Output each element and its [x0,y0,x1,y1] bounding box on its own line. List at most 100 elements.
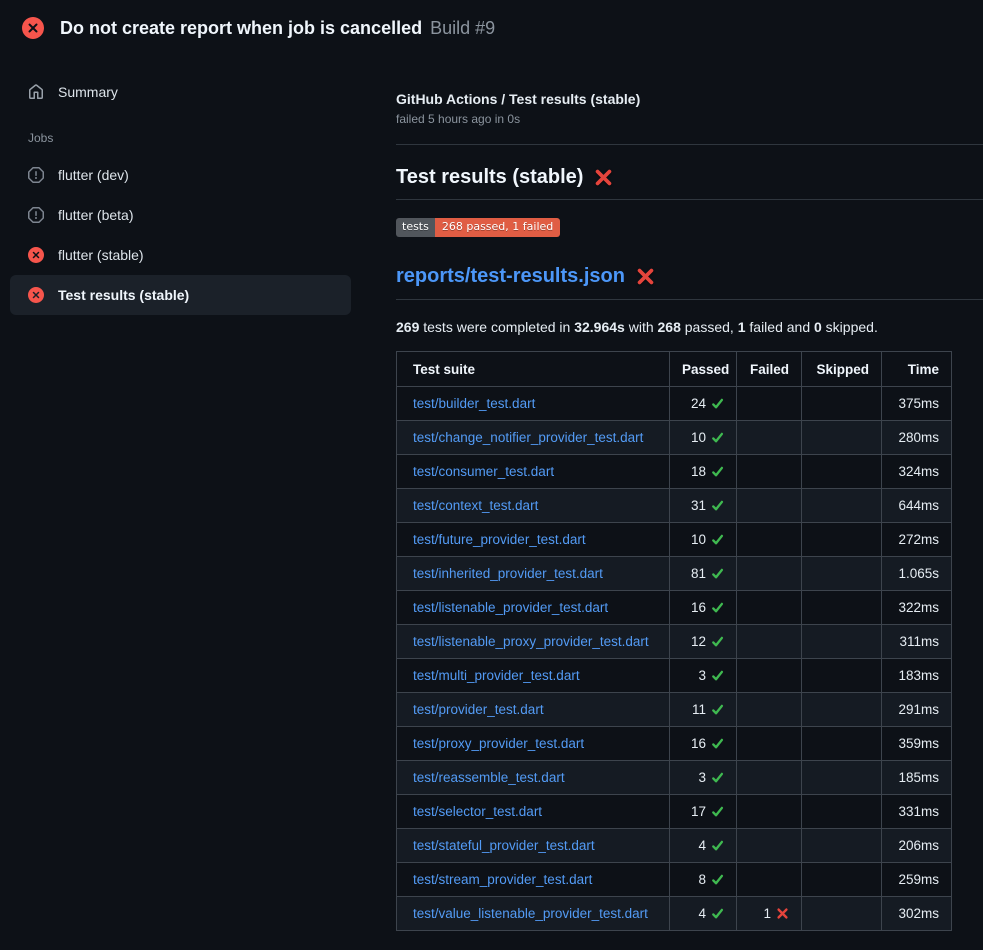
sidebar-item-summary[interactable]: Summary [10,73,351,111]
sidebar-item-flutter-beta[interactable]: flutter (beta) [10,195,351,235]
suite-cell: test/value_listenable_provider_test.dart [397,897,670,931]
suite-cell: test/listenable_provider_test.dart [397,591,670,625]
suite-cell: test/stateful_provider_test.dart [397,829,670,863]
suite-cell: test/proxy_provider_test.dart [397,727,670,761]
passed-count: 3 [698,668,706,683]
failed-x-icon [636,267,655,286]
suite-link[interactable]: test/future_provider_test.dart [413,532,586,547]
passed-cell: 16 [670,727,737,761]
check-icon [711,499,724,512]
divider [396,144,983,145]
time-cell: 302ms [882,897,952,931]
suite-link[interactable]: test/stateful_provider_test.dart [413,838,595,853]
skipped-cell [802,829,882,863]
summary-segment: 1 [738,319,746,335]
sidebar-item-test-results-stable[interactable]: Test results (stable) [10,275,351,315]
app-header: Do not create report when job is cancell… [0,0,983,56]
suite-link[interactable]: test/reassemble_test.dart [413,770,565,785]
check-icon [711,907,724,920]
sidebar-item-flutter-stable[interactable]: flutter (stable) [10,235,351,275]
table-row: test/reassemble_test.dart 3 185ms [397,761,952,795]
suite-link[interactable]: test/provider_test.dart [413,702,544,717]
suite-cell: test/consumer_test.dart [397,455,670,489]
suite-link[interactable]: test/inherited_provider_test.dart [413,566,603,581]
table-row: test/change_notifier_provider_test.dart … [397,421,952,455]
column-header-failed: Failed [737,352,802,387]
failed-cell [737,863,802,897]
report-file-link[interactable]: reports/test-results.json [396,265,625,288]
check-icon [711,533,724,546]
summary-sentence: 269 tests were completed in 32.964s with… [396,319,983,335]
time-cell: 644ms [882,489,952,523]
table-row: test/selector_test.dart 17 331ms [397,795,952,829]
passed-count: 81 [691,566,706,581]
suite-link[interactable]: test/listenable_proxy_provider_test.dart [413,634,649,649]
passed-cell: 31 [670,489,737,523]
passed-count: 12 [691,634,706,649]
suite-link[interactable]: test/builder_test.dart [413,396,535,411]
table-row: test/builder_test.dart 24 375ms [397,387,952,421]
passed-count: 4 [698,906,706,921]
suite-link[interactable]: test/change_notifier_provider_test.dart [413,430,643,445]
table-row: test/context_test.dart 31 644ms [397,489,952,523]
check-icon [711,635,724,648]
check-icon [711,703,724,716]
job-label: Test results (stable) [58,287,189,303]
check-icon [711,465,724,478]
column-header-passed: Passed [670,352,737,387]
skipped-cell [802,523,882,557]
passed-cell: 3 [670,761,737,795]
failed-cell [737,421,802,455]
suite-link[interactable]: test/multi_provider_test.dart [413,668,580,683]
skipped-cell [802,455,882,489]
time-cell: 1.065s [882,557,952,591]
summary-segment: 269 [396,319,419,335]
passed-count: 18 [691,464,706,479]
suite-link[interactable]: test/context_test.dart [413,498,538,513]
suite-cell: test/future_provider_test.dart [397,523,670,557]
passed-count: 10 [691,430,706,445]
passed-count: 31 [691,498,706,513]
x-circle-icon [28,287,44,303]
sidebar-item-flutter-dev[interactable]: flutter (dev) [10,155,351,195]
failed-cell [737,761,802,795]
suite-link[interactable]: test/value_listenable_provider_test.dart [413,906,648,921]
table-row: test/provider_test.dart 11 291ms [397,693,952,727]
suite-link[interactable]: test/proxy_provider_test.dart [413,736,584,751]
passed-count: 24 [691,396,706,411]
passed-cell: 8 [670,863,737,897]
failed-cell [737,727,802,761]
suite-cell: test/selector_test.dart [397,795,670,829]
skipped-cell [802,693,882,727]
skipped-cell [802,897,882,931]
stop-icon [28,167,44,183]
passed-cell: 18 [670,455,737,489]
results-table: Test suite Passed Failed Skipped Time te… [396,351,952,931]
passed-cell: 10 [670,523,737,557]
skipped-cell [802,557,882,591]
check-icon [711,669,724,682]
passed-cell: 17 [670,795,737,829]
suite-link[interactable]: test/selector_test.dart [413,804,542,819]
time-cell: 183ms [882,659,952,693]
passed-cell: 10 [670,421,737,455]
suite-link[interactable]: test/listenable_provider_test.dart [413,600,608,615]
suite-link[interactable]: test/stream_provider_test.dart [413,872,592,887]
table-row: test/proxy_provider_test.dart 16 359ms [397,727,952,761]
table-row: test/listenable_provider_test.dart 16 32… [397,591,952,625]
check-name: GitHub Actions / Test results (stable) [396,90,983,108]
badge-label: tests [396,218,435,237]
time-cell: 291ms [882,693,952,727]
suite-cell: test/change_notifier_provider_test.dart [397,421,670,455]
suite-cell: test/inherited_provider_test.dart [397,557,670,591]
suite-link[interactable]: test/consumer_test.dart [413,464,554,479]
passed-cell: 12 [670,625,737,659]
check-icon [711,567,724,580]
passed-count: 10 [691,532,706,547]
passed-cell: 11 [670,693,737,727]
badge-value: 268 passed, 1 failed [435,218,560,237]
time-cell: 324ms [882,455,952,489]
check-title: Test results (stable) [396,166,583,189]
suite-cell: test/listenable_proxy_provider_test.dart [397,625,670,659]
x-circle-icon [22,17,44,39]
